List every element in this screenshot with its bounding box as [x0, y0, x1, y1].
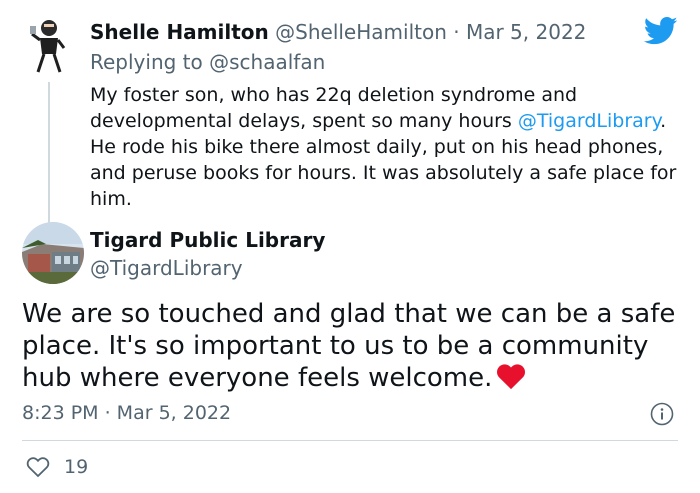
library-handle[interactable]: @TigardLibrary	[90, 256, 243, 280]
tweet-body-text: We are so touched and glad that we can b…	[22, 299, 676, 393]
reply-author-handle[interactable]: @ShelleHamilton	[275, 20, 447, 44]
reply-body-text-1: My foster son, who has 22q deletion synd…	[90, 84, 578, 132]
info-icon[interactable]	[650, 402, 674, 426]
like-count: 19	[64, 456, 89, 478]
reply-author-name[interactable]: Shelle Hamilton	[90, 20, 269, 44]
twitter-bird-icon[interactable]	[643, 16, 678, 46]
library-name[interactable]: Tigard Public Library	[90, 228, 325, 252]
divider	[22, 440, 678, 441]
reply-avatar[interactable]	[28, 14, 68, 76]
tweet-timestamp[interactable]: 8:23 PM · Mar 5, 2022	[22, 402, 231, 424]
reply-date[interactable]: Mar 5, 2022	[466, 20, 586, 44]
reply-body-mention[interactable]: @TigardLibrary	[518, 110, 660, 132]
heart-outline-icon[interactable]	[26, 456, 50, 478]
library-avatar[interactable]	[22, 222, 84, 284]
tweet-body: We are so touched and glad that we can b…	[22, 298, 682, 394]
reply-body: My foster son, who has 22q deletion synd…	[90, 82, 680, 212]
reply-separator: ·	[453, 20, 460, 44]
replying-to-line: Replying to @schaalfan	[90, 50, 325, 74]
reply-header: Shelle Hamilton @ShelleHamilton · Mar 5,…	[90, 20, 586, 44]
red-heart-emoji	[496, 362, 526, 390]
replying-to-mention[interactable]: @schaalfan	[209, 50, 325, 74]
replying-prefix: Replying to	[90, 50, 203, 74]
